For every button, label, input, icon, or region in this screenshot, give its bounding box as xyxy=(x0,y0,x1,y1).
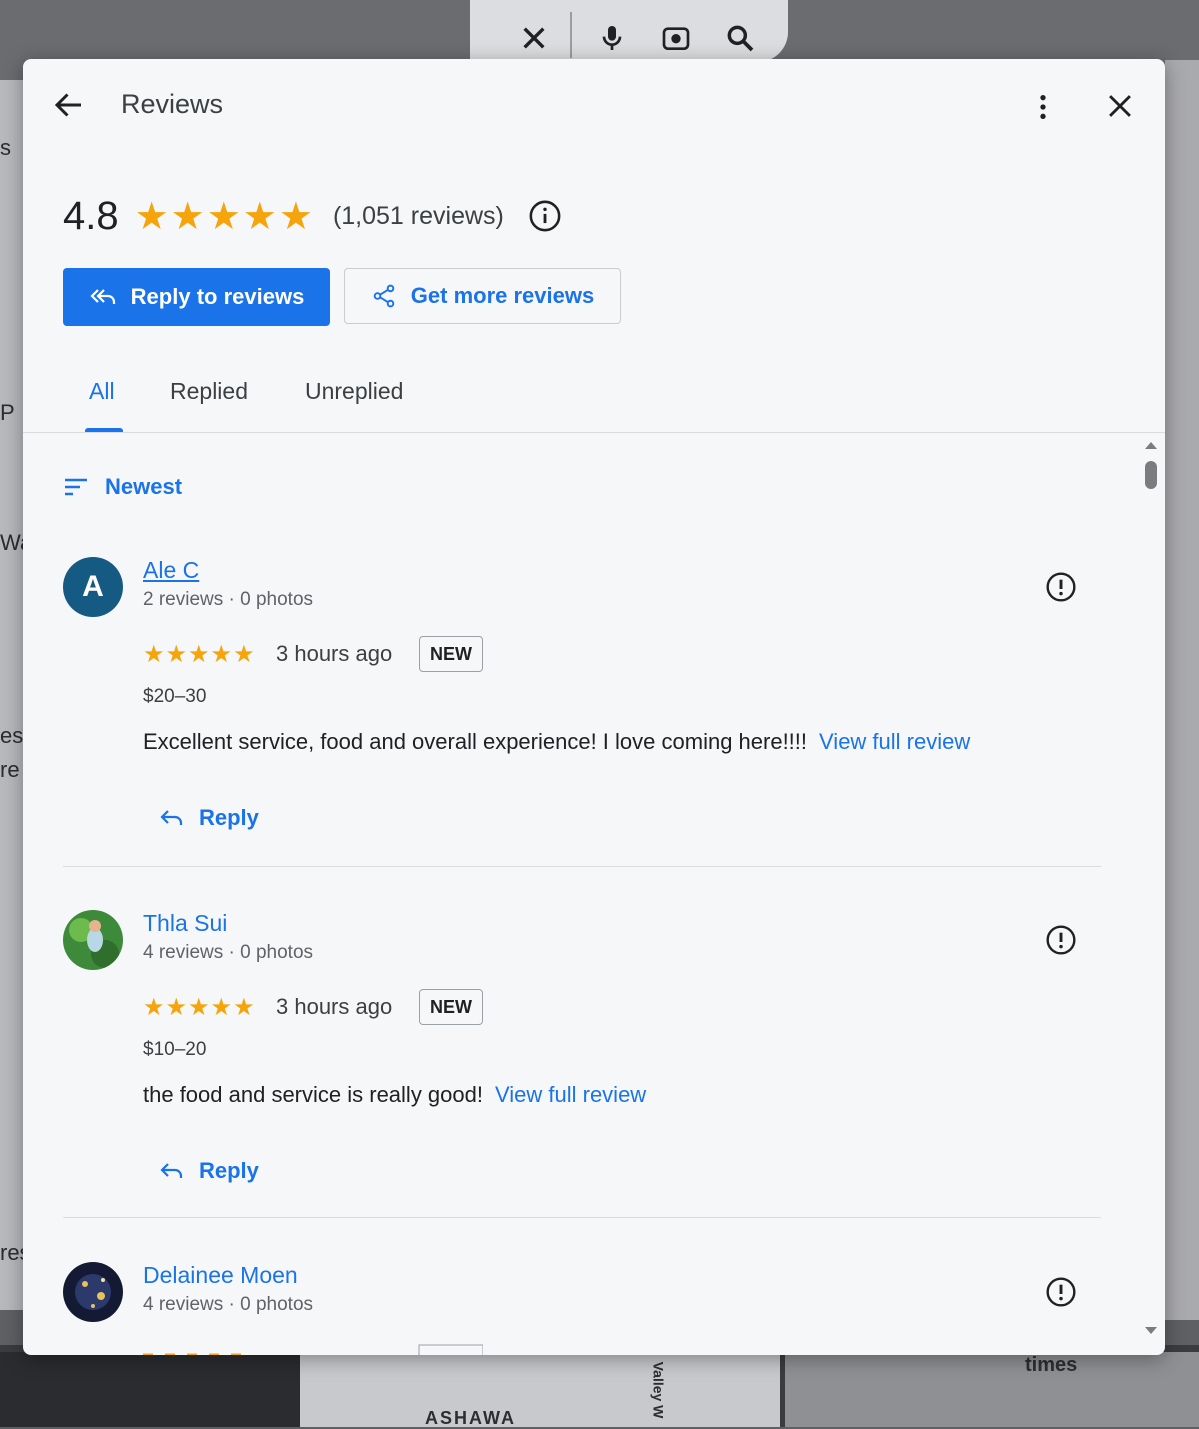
reply-icon xyxy=(160,810,183,825)
avatar[interactable]: A xyxy=(63,557,123,617)
background-photo xyxy=(0,1352,300,1427)
back-arrow-icon[interactable] xyxy=(51,87,87,123)
avatar-photo xyxy=(63,1262,123,1322)
info-icon[interactable] xyxy=(528,199,562,233)
review-body: the food and service is really good! xyxy=(143,1082,483,1107)
reviewer-name[interactable]: Ale C xyxy=(143,557,199,584)
report-icon[interactable] xyxy=(1045,924,1077,956)
search-divider xyxy=(570,12,572,58)
share-icon xyxy=(373,284,395,308)
review-stars: ★★★★★ xyxy=(143,641,256,668)
avatar[interactable] xyxy=(63,910,123,970)
reply-all-icon xyxy=(90,289,115,304)
background-map: ASHAWA Valley W xyxy=(300,1352,780,1428)
scrollbar-thumb[interactable] xyxy=(1145,461,1157,489)
review-body: Excellent service, food and overall expe… xyxy=(143,729,808,754)
reply-button[interactable]: Reply xyxy=(159,805,259,831)
reviewer-meta: 4 reviews · 0 photos xyxy=(143,942,314,963)
review-item: A Ale C 2 reviews · 0 photos ★★★★★ 3 hou… xyxy=(63,557,1103,847)
rating-stars: ★★★★★ xyxy=(134,195,315,238)
average-rating: 4.8 xyxy=(63,193,119,238)
new-badge: NEW xyxy=(419,636,483,672)
review-stars: ★★★★★ xyxy=(143,994,256,1021)
review-tabs: All Replied Unreplied xyxy=(23,364,1165,433)
tab-replied[interactable]: Replied xyxy=(170,378,248,405)
map-label: ASHAWA xyxy=(425,1408,517,1428)
get-more-reviews-button[interactable]: Get more reviews xyxy=(344,268,621,324)
review-item: Thla Sui 4 reviews · 0 photos ★★★★★ 3 ho… xyxy=(63,910,1103,1200)
bg-fragment: es xyxy=(0,723,24,748)
rating-summary: 4.8 ★★★★★ (1,051 reviews) xyxy=(63,191,562,241)
clear-search-icon[interactable] xyxy=(518,22,550,54)
view-full-review-link[interactable]: View full review xyxy=(495,1082,646,1107)
more-options-icon[interactable] xyxy=(1027,89,1059,125)
new-badge: NEW xyxy=(419,989,483,1025)
dialog-title: Reviews xyxy=(121,89,224,119)
price-range: $10–20 xyxy=(143,1039,207,1060)
bg-fragment: re xyxy=(0,757,20,782)
review-count: (1,051 reviews) xyxy=(332,201,504,230)
review-time: 3 hours ago xyxy=(276,994,393,1019)
reply-button[interactable]: Reply xyxy=(159,1158,259,1184)
background-right-panel xyxy=(1165,60,1199,1320)
close-icon[interactable] xyxy=(1103,89,1137,123)
lens-camera-icon[interactable] xyxy=(660,22,692,54)
background-right-section: times xyxy=(785,1352,1199,1427)
tab-unreplied[interactable]: Unreplied xyxy=(305,378,403,405)
reviewer-meta: 4 reviews · 0 photos xyxy=(143,1294,314,1315)
bg-fragment: s xyxy=(0,135,11,160)
report-icon[interactable] xyxy=(1045,571,1077,603)
reply-label: Reply xyxy=(199,805,259,830)
reply-icon xyxy=(160,1163,183,1178)
avatar-photo xyxy=(63,910,123,970)
reply-label: Reply xyxy=(199,1158,259,1183)
review-divider xyxy=(63,1217,1101,1218)
scroll-up-arrow-icon[interactable] xyxy=(1143,439,1159,451)
get-more-reviews-label: Get more reviews xyxy=(410,283,595,308)
sort-button[interactable]: Newest xyxy=(63,474,182,500)
review-item: Delainee Moen 4 reviews · 0 photos xyxy=(63,1262,1103,1355)
reviewer-name[interactable]: Thla Sui xyxy=(143,910,227,937)
map-street-label: Valley W xyxy=(650,1361,667,1419)
reply-to-reviews-button[interactable]: Reply to reviews xyxy=(63,268,330,326)
avatar[interactable] xyxy=(63,1262,123,1322)
microphone-icon[interactable] xyxy=(596,22,628,54)
active-tab-indicator xyxy=(85,428,123,432)
background-search-bar xyxy=(470,0,788,62)
scroll-down-arrow-icon[interactable] xyxy=(1143,1325,1159,1337)
search-icon[interactable] xyxy=(724,22,756,54)
bg-times-text: times xyxy=(1025,1354,1078,1376)
tab-all[interactable]: All xyxy=(89,378,115,405)
sort-icon xyxy=(65,478,87,496)
price-range: $20–30 xyxy=(143,686,207,707)
view-full-review-link[interactable]: View full review xyxy=(819,729,970,754)
reviewer-meta: 2 reviews · 0 photos xyxy=(143,589,314,610)
review-text: the food and service is really good! View… xyxy=(143,1082,646,1108)
cut-off-review-row xyxy=(143,1344,483,1355)
bg-fragment: P xyxy=(0,400,15,425)
reply-to-reviews-label: Reply to reviews xyxy=(130,284,305,309)
reviewer-name[interactable]: Delainee Moen xyxy=(143,1262,298,1289)
report-icon[interactable] xyxy=(1045,1276,1077,1308)
review-text: Excellent service, food and overall expe… xyxy=(143,729,970,755)
sort-label: Newest xyxy=(105,474,183,499)
review-divider xyxy=(63,866,1101,867)
background-left-panel: s P Wa es re res xyxy=(0,80,32,1310)
review-time: 3 hours ago xyxy=(276,641,393,666)
reviews-dialog: Reviews 4.8 ★★★★★ (1,051 reviews) Reply … xyxy=(23,59,1165,1355)
